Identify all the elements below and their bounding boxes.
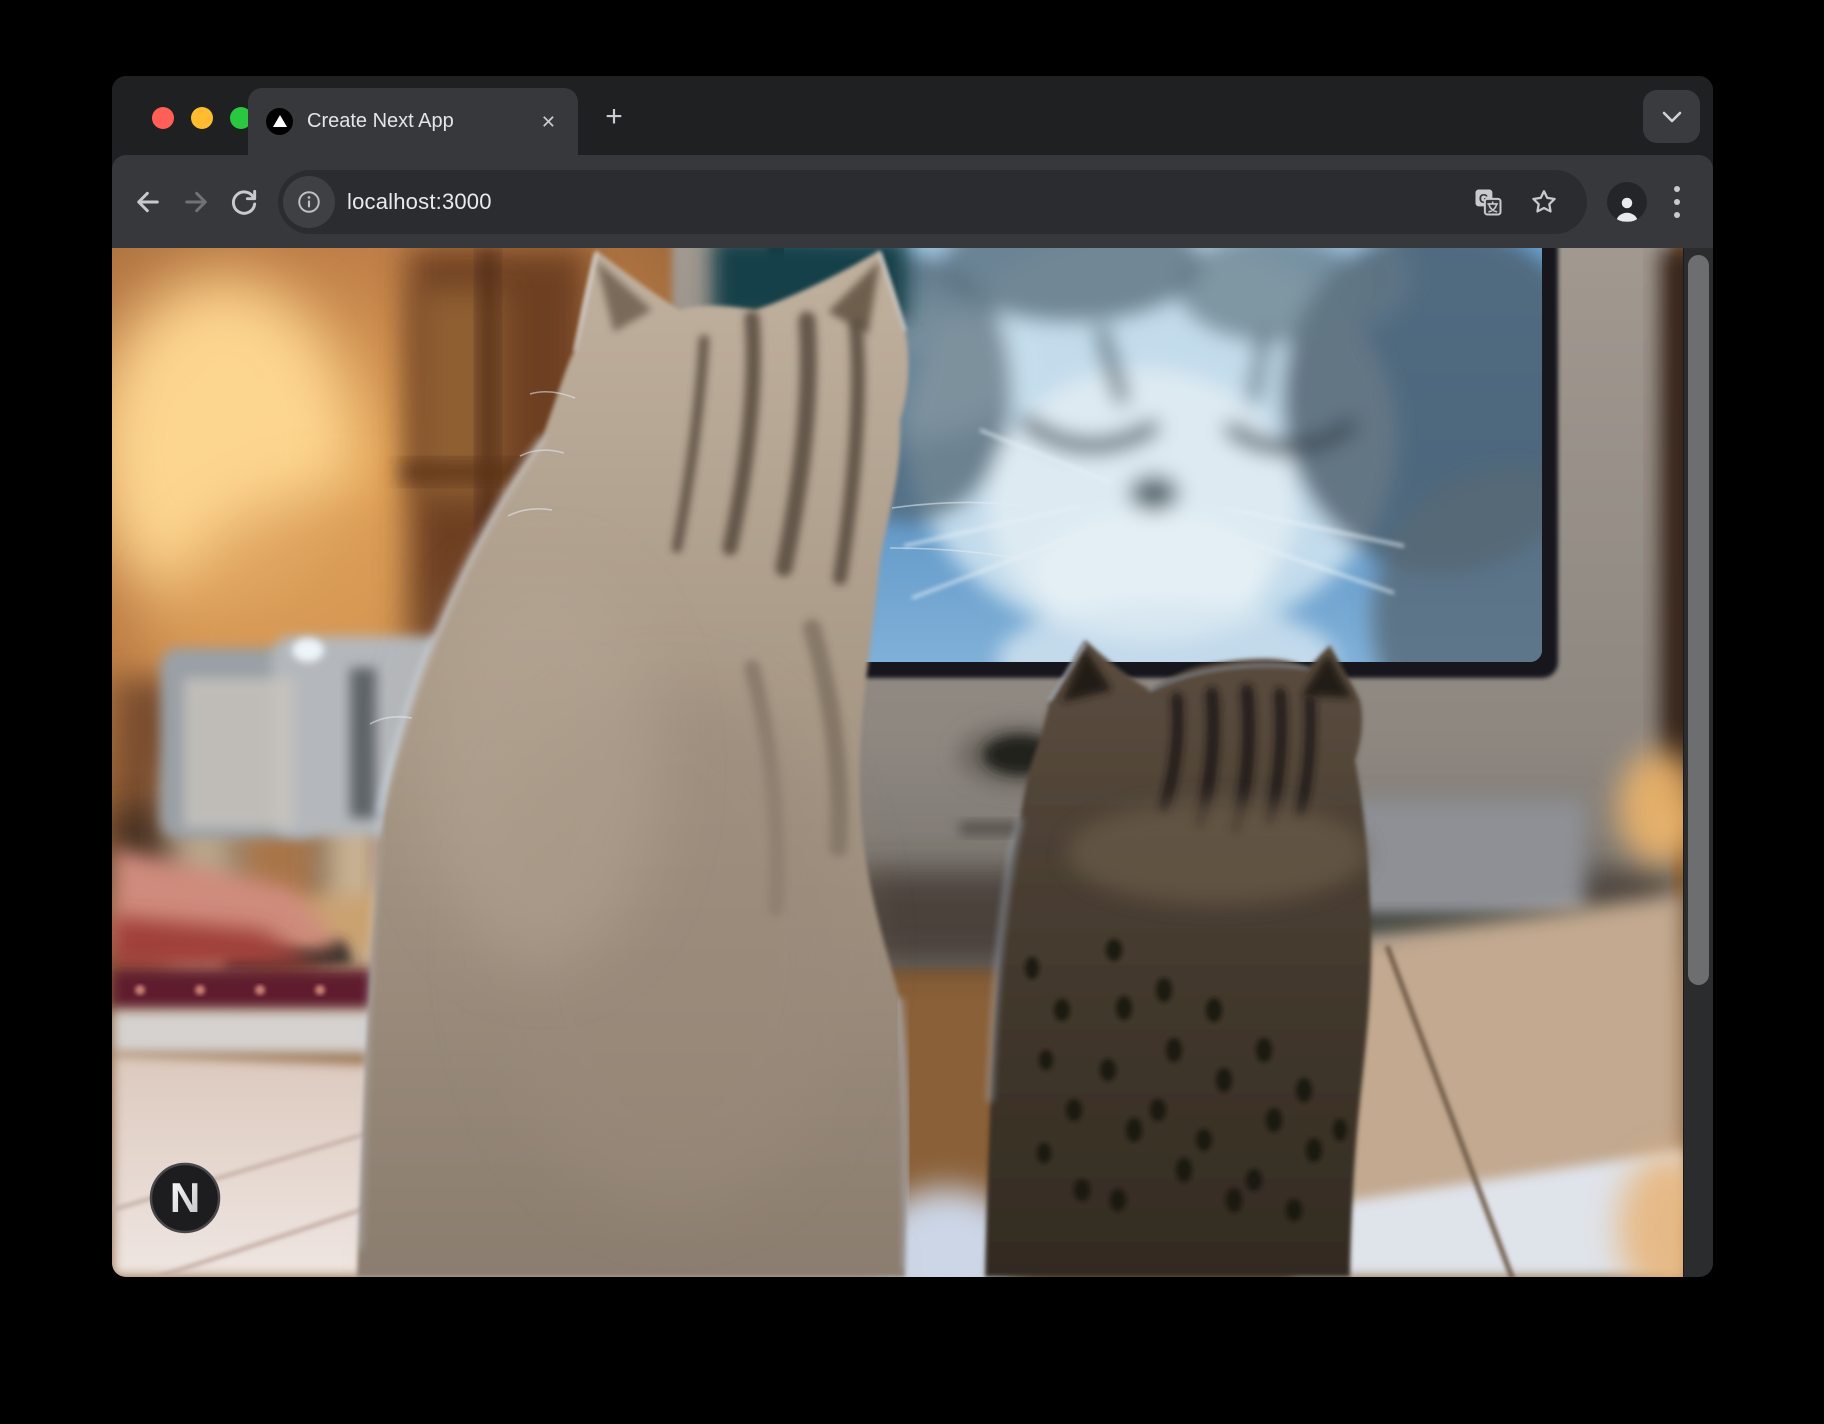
- browser-window: Create Next App ✕ +: [112, 76, 1713, 1277]
- tab-create-next-app[interactable]: Create Next App ✕: [248, 88, 578, 155]
- translate-button[interactable]: G: [1471, 185, 1505, 219]
- google-translate-icon: G: [1473, 187, 1503, 217]
- tab-search-button[interactable]: [1643, 90, 1700, 143]
- info-icon: [296, 189, 322, 215]
- address-bar[interactable]: localhost:3000 G: [278, 170, 1587, 234]
- browser-toolbar: localhost:3000 G: [112, 155, 1713, 248]
- kitten: [985, 640, 1371, 1277]
- tab-close-icon[interactable]: ✕: [537, 109, 560, 135]
- reload-button[interactable]: [220, 178, 268, 226]
- tab-strip: Create Next App ✕ +: [112, 76, 1713, 155]
- reload-icon: [228, 186, 260, 218]
- vercel-triangle-icon: [266, 108, 293, 135]
- arrow-right-icon: [180, 186, 212, 218]
- chevron-down-icon: [1659, 109, 1685, 125]
- new-tab-button[interactable]: +: [594, 97, 634, 137]
- tab-title: Create Next App: [307, 110, 537, 133]
- nextjs-logo-badge[interactable]: N: [151, 1164, 219, 1232]
- profile-button[interactable]: [1607, 182, 1647, 222]
- back-button[interactable]: [124, 178, 172, 226]
- star-outline-icon: [1529, 187, 1559, 217]
- vertical-scrollbar-thumb[interactable]: [1688, 255, 1709, 985]
- page-photo-cats-watching-tv: N: [112, 248, 1683, 1277]
- three-dot-menu-icon: [1673, 184, 1681, 220]
- url-text[interactable]: localhost:3000: [347, 189, 1449, 215]
- forward-button[interactable]: [172, 178, 220, 226]
- bookmark-star-button[interactable]: [1527, 185, 1561, 219]
- page-viewport: N: [112, 248, 1713, 1277]
- person-avatar-icon: [1612, 194, 1642, 222]
- browser-menu-button[interactable]: [1657, 178, 1697, 226]
- arrow-left-icon: [132, 186, 164, 218]
- traffic-lights: [152, 107, 252, 129]
- vertical-scrollbar-track[interactable]: [1683, 248, 1713, 1277]
- site-info-button[interactable]: [283, 176, 335, 228]
- close-window-button[interactable]: [152, 107, 174, 129]
- minimize-window-button[interactable]: [191, 107, 213, 129]
- nextjs-logo-letter: N: [170, 1174, 200, 1221]
